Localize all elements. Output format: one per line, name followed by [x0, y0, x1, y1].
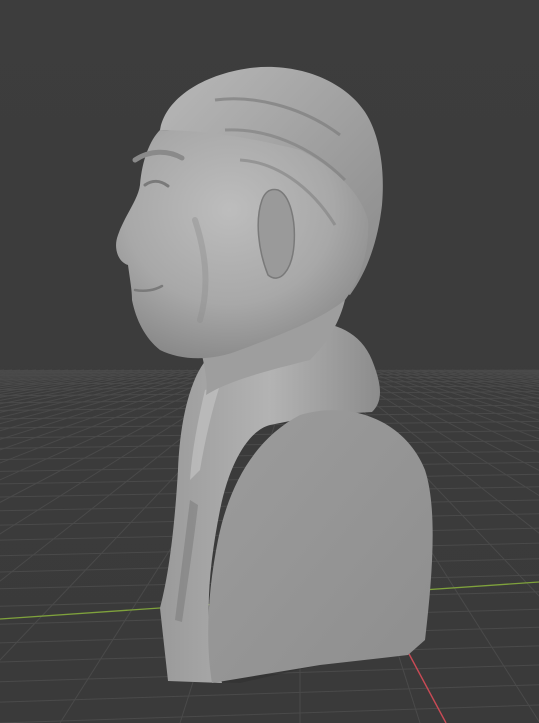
3d-viewport[interactable]	[0, 0, 539, 723]
viewport-canvas[interactable]	[0, 0, 539, 723]
bust-ear	[257, 188, 296, 279]
